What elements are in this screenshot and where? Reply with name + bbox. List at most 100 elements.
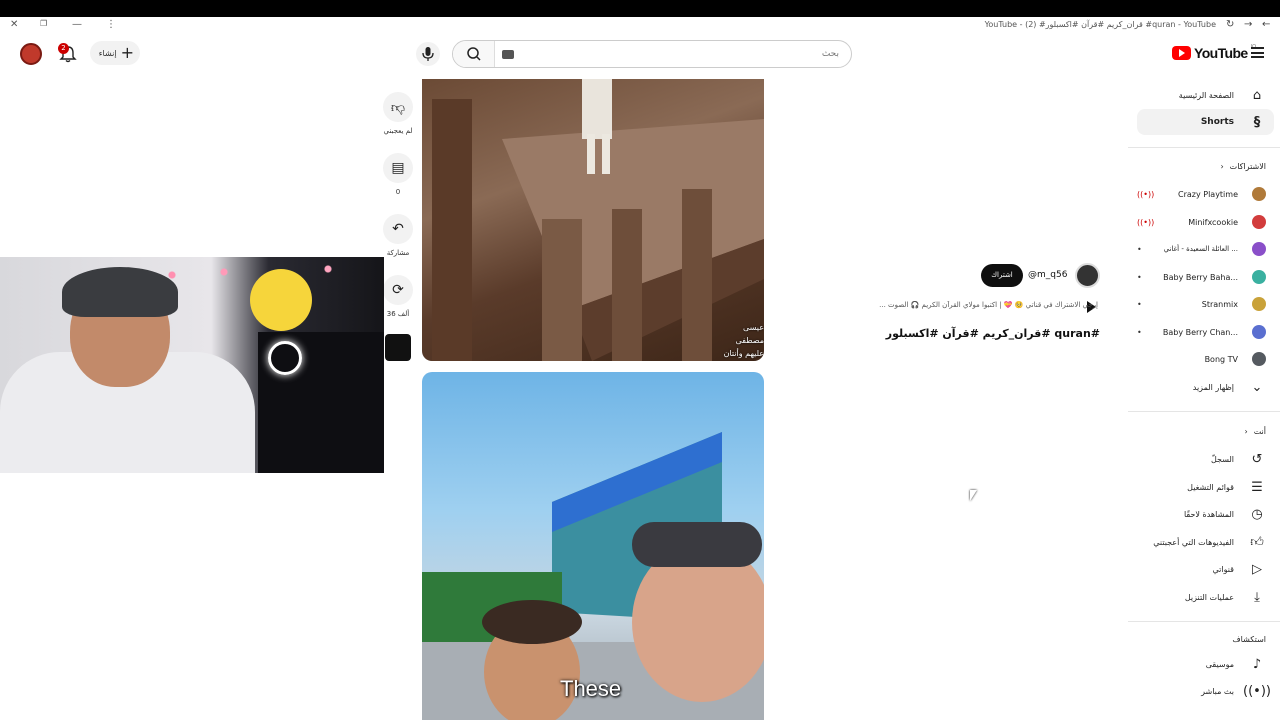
search-bar xyxy=(452,40,852,68)
live-icon: ((•)) xyxy=(1137,217,1155,227)
sidebar-item-label: Shorts xyxy=(1200,117,1234,127)
account-avatar[interactable] xyxy=(20,43,42,65)
webcam-overlay xyxy=(0,257,384,473)
live-icon: ((•)) xyxy=(1243,683,1271,699)
download-icon: ⤓ xyxy=(1254,589,1260,605)
channel-avatar xyxy=(1252,187,1266,201)
mouse-cursor-icon xyxy=(970,490,977,501)
remix-button[interactable]: ⟳ 36 ألف xyxy=(383,275,413,318)
share-icon: ↶ xyxy=(383,214,413,244)
subscription-item[interactable]: ((•)) Crazy Playtime xyxy=(1137,181,1274,207)
person-cap xyxy=(62,267,178,317)
plush-toy xyxy=(250,269,312,331)
subscription-item[interactable]: ((•)) Minifxcookie xyxy=(1137,209,1274,235)
channel-handle[interactable]: @m_q56 xyxy=(1028,270,1067,280)
channel-avatar xyxy=(1252,215,1266,229)
new-content-dot-icon: • xyxy=(1137,244,1142,254)
video-frame-railing xyxy=(432,79,764,361)
subscription-item[interactable]: • العائلة السعيدة - أغاني ... xyxy=(1137,236,1274,262)
keyboard-icon[interactable] xyxy=(502,50,514,59)
subscription-item[interactable]: Bong TV xyxy=(1137,346,1274,372)
create-button[interactable]: إنشاء + xyxy=(90,41,140,65)
your-videos-icon: ▷ xyxy=(1252,561,1262,577)
youtube-header: 2 إنشاء + YouTube IQ xyxy=(0,34,1280,74)
new-content-dot-icon: • xyxy=(1137,299,1142,309)
forward-icon[interactable]: → xyxy=(1244,19,1252,30)
logo-text: YouTube xyxy=(1194,45,1248,61)
sidebar-item-your-videos[interactable]: قنواتي ▷ xyxy=(1137,556,1274,582)
search-icon xyxy=(467,47,481,61)
chevron-down-icon: ⌄ xyxy=(1251,379,1263,395)
show-more-button[interactable]: إظهار المزيد ⌄ xyxy=(1137,374,1274,400)
channel-avatar xyxy=(1252,242,1266,256)
channel-avatar xyxy=(1252,325,1266,339)
dislike-button[interactable]: 👎︎ لم يعجبني xyxy=(383,92,413,135)
ring-light xyxy=(268,341,302,375)
shorts-video-player[interactable]: عيسى مصطفى عليهم وأنتان xyxy=(422,79,764,361)
home-icon: ⌂ xyxy=(1252,87,1262,103)
reload-icon[interactable]: ↻ xyxy=(1226,19,1234,30)
shorts-video-player[interactable]: These xyxy=(422,372,764,720)
subscriptions-heading[interactable]: › الاشتراكات xyxy=(1220,162,1266,171)
notification-count-badge: 2 xyxy=(58,43,69,54)
youtube-play-icon xyxy=(1172,46,1191,60)
music-icon: ♪ xyxy=(1252,656,1262,672)
chevron-left-icon: › xyxy=(1220,162,1224,171)
sound-thumbnail[interactable] xyxy=(385,334,411,361)
sidebar-item-downloads[interactable]: عمليات التنزيل ⤓ xyxy=(1137,584,1274,610)
window-restore-icon[interactable]: ❐ xyxy=(40,19,47,28)
subscription-item[interactable]: • Baby Berry Baha... xyxy=(1137,264,1274,290)
subscription-item[interactable]: • Baby Berry Chan... xyxy=(1137,319,1274,345)
remix-icon: ⟳ xyxy=(383,275,413,305)
live-icon: ((•)) xyxy=(1137,189,1155,199)
like-icon: 👍︎ xyxy=(1250,534,1264,550)
you-heading[interactable]: › أنت xyxy=(1244,427,1266,436)
divider xyxy=(1128,621,1280,622)
new-content-dot-icon: • xyxy=(1137,272,1142,282)
video-caption: These xyxy=(560,676,622,701)
subscribe-button[interactable]: اشتراك xyxy=(981,264,1023,287)
sidebar-item-history[interactable]: السجلّ ↺ xyxy=(1137,446,1274,472)
chevron-left-icon: › xyxy=(1244,427,1248,436)
search-input[interactable] xyxy=(517,45,839,63)
sidebar-item-home[interactable]: الصفحة الرئيسية ⌂ xyxy=(1137,82,1274,108)
voice-search-button[interactable] xyxy=(416,42,440,66)
video-hashtags[interactable]: #quran #قران_كريم #قرآن #اكسبلور xyxy=(886,327,1100,340)
history-icon: ↺ xyxy=(1251,451,1263,467)
subscription-item[interactable]: • Stranmix xyxy=(1137,291,1274,317)
watch-later-icon: ◷ xyxy=(1251,506,1263,522)
back-icon[interactable]: ← xyxy=(1262,19,1270,30)
comments-button[interactable]: ▤ 0 xyxy=(383,153,413,196)
video-watermark: عيسى مصطفى عليهم وأنتان xyxy=(723,323,764,358)
comment-icon: ▤ xyxy=(383,153,413,183)
microphone-icon xyxy=(422,47,434,61)
sidebar-item-label: الصفحة الرئيسية xyxy=(1178,90,1234,100)
explore-heading: استكشاف xyxy=(1232,635,1266,644)
youtube-logo[interactable]: YouTube IQ xyxy=(1172,44,1256,61)
channel-avatar xyxy=(1252,297,1266,311)
share-button[interactable]: ↶ مشاركة xyxy=(383,214,413,257)
sidebar-item-live[interactable]: بث مباشر ((•)) xyxy=(1137,678,1274,704)
divider xyxy=(1128,147,1280,148)
sidebar-item-playlists[interactable]: قوائم التشغيل ☰ xyxy=(1137,474,1274,500)
sidebar-item-music[interactable]: موسيقى ♪ xyxy=(1137,651,1274,677)
thumbs-down-icon: 👎︎ xyxy=(383,92,413,122)
channel-avatar[interactable] xyxy=(1075,263,1100,288)
window-minimize-icon[interactable]: — xyxy=(72,19,82,30)
sidebar-item-liked-videos[interactable]: الفيديوهات التي أعجبتني 👍︎ xyxy=(1137,529,1274,555)
sidebar-item-watch-later[interactable]: المشاهدة لاحقًا ◷ xyxy=(1137,501,1274,527)
menu-hamburger-icon[interactable] xyxy=(1251,47,1264,58)
playlists-icon: ☰ xyxy=(1251,479,1263,495)
window-close-icon[interactable]: ✕ xyxy=(10,19,18,30)
search-button[interactable] xyxy=(453,41,495,67)
sidebar-item-shorts[interactable]: Shorts § xyxy=(1137,109,1274,135)
browser-chrome: ✕ ❐ — ⋮ YouTube - (2) #قران_كريم #قرآن #… xyxy=(0,17,1280,34)
more-options-icon[interactable]: ⋮ xyxy=(106,19,116,30)
tab-title[interactable]: YouTube - (2) #قران_كريم #قرآن #اكسبلور … xyxy=(985,20,1216,29)
new-content-dot-icon: • xyxy=(1137,327,1142,337)
channel-avatar xyxy=(1252,270,1266,284)
top-black-bar xyxy=(0,0,1280,17)
channel-avatar xyxy=(1252,352,1266,366)
guide-sidebar: الصفحة الرئيسية ⌂ Shorts § › الاشتراكات … xyxy=(1128,80,1280,720)
music-description[interactable]: إرجي الاشتراك في قناتي 🥺 💝 | اكتبوا مولا… xyxy=(866,301,1098,309)
